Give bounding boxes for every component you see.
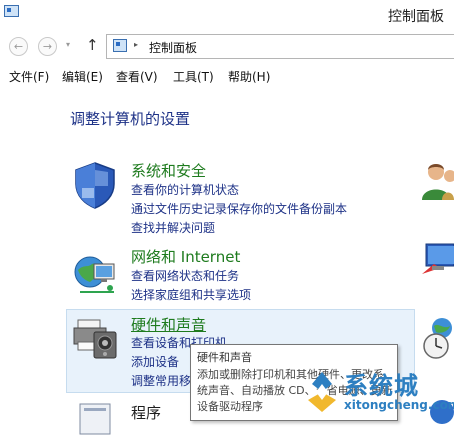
title-bar: 控制面板 <box>0 0 454 30</box>
link-find-fix-problems[interactable]: 查找并解决问题 <box>131 219 215 236</box>
forward-arrow-icon: → <box>42 40 53 53</box>
link-view-computer-status[interactable]: 查看你的计算机状态 <box>131 181 239 198</box>
navigation-bar: ← → ▾ ↑ ▸ 控制面板 <box>0 30 454 61</box>
watermark-brand: 系统城 <box>344 372 419 400</box>
page-heading: 调整计算机的设置 <box>70 110 191 128</box>
control-panel-icon[interactable] <box>4 5 19 17</box>
shield-icon[interactable] <box>70 160 120 210</box>
clock-globe-icon[interactable] <box>422 316 454 360</box>
menu-view[interactable]: 查看(V) <box>116 68 158 85</box>
watermark: 系统城 xitongcheng.com <box>300 368 454 419</box>
link-homegroup-sharing[interactable]: 选择家庭组和共享选项 <box>131 286 251 303</box>
up-button[interactable]: ↑ <box>86 36 99 54</box>
category-programs[interactable]: 程序 <box>131 402 161 423</box>
category-system-security[interactable]: 系统和安全 <box>131 160 206 181</box>
menu-bar: 文件(F) 编辑(E) 查看(V) 工具(T) 帮助(H) <box>0 64 454 86</box>
menu-help[interactable]: 帮助(H) <box>228 68 270 85</box>
menu-file[interactable]: 文件(F) <box>9 68 49 85</box>
window-title: 控制面板 <box>388 9 444 25</box>
link-file-history-backup[interactable]: 通过文件历史记录保存你的文件备份副本 <box>131 200 347 217</box>
tooltip-title: 硬件和声音 <box>197 351 252 364</box>
watermark-url: xitongcheng.com <box>344 398 454 412</box>
recent-locations-dropdown[interactable]: ▾ <box>66 40 70 49</box>
breadcrumb-control-panel[interactable]: 控制面板 <box>149 39 197 56</box>
printer-icon[interactable] <box>70 312 120 362</box>
link-adjust-mobility[interactable]: 调整常用移 <box>131 372 191 389</box>
link-view-network-status[interactable]: 查看网络状态和任务 <box>131 267 239 284</box>
category-network-internet[interactable]: 网络和 Internet <box>131 246 240 267</box>
control-panel-icon <box>113 39 127 52</box>
link-add-device[interactable]: 添加设备 <box>131 353 179 370</box>
back-arrow-icon: ← <box>13 40 24 53</box>
back-button[interactable]: ← <box>9 37 28 56</box>
network-globe-icon[interactable] <box>70 248 120 298</box>
watermark-logo-icon <box>308 372 336 412</box>
appearance-icon[interactable] <box>422 238 454 282</box>
category-hardware-sound[interactable]: 硬件和声音 <box>131 314 206 335</box>
menu-tools[interactable]: 工具(T) <box>173 68 214 85</box>
programs-icon[interactable] <box>78 402 114 438</box>
user-accounts-icon[interactable] <box>422 158 454 202</box>
menu-edit[interactable]: 编辑(E) <box>62 68 103 85</box>
breadcrumb-separator-icon[interactable]: ▸ <box>134 40 138 49</box>
address-bar[interactable]: ▸ 控制面板 <box>106 34 454 59</box>
forward-button[interactable]: → <box>38 37 57 56</box>
